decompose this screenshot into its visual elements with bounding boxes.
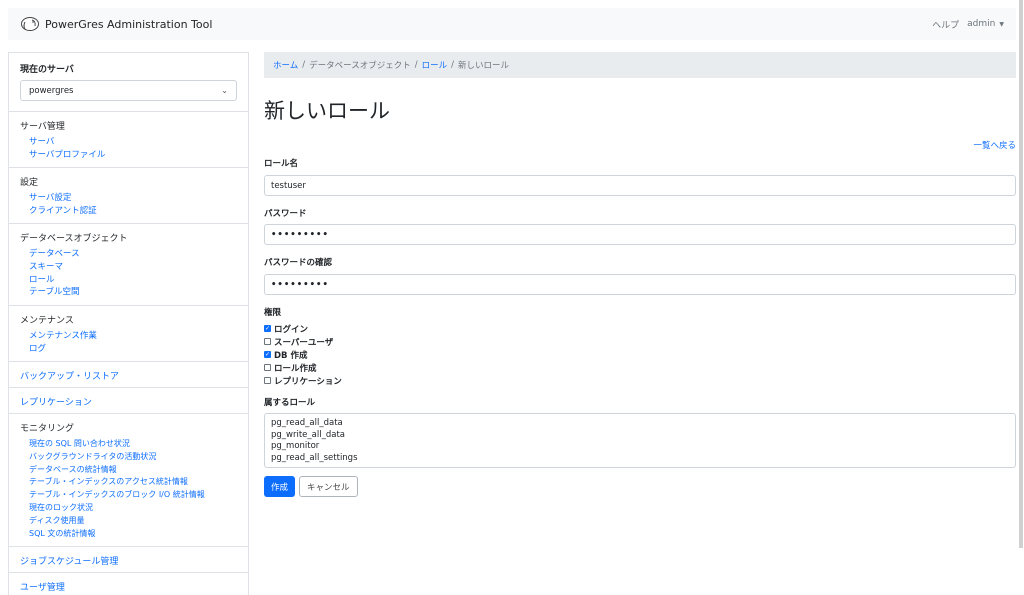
maintenance-heading: メンテナンス [20,316,74,326]
breadcrumb-db-objects: データベースオブジェクト [309,61,411,71]
listbox-option[interactable]: pg_monitor [271,441,1009,453]
sidebar-item-logs[interactable]: ログ [29,343,237,356]
permission-label: レプリケーション [274,376,342,387]
permission-createrole[interactable]: ロール作成 [264,361,1016,374]
replication-section: レプリケーション [9,388,248,414]
help-link[interactable]: ヘルプ [932,18,959,31]
member-of-listbox[interactable]: pg_read_all_data pg_write_all_data pg_mo… [264,413,1016,468]
permission-label: ログイン [274,324,309,335]
sidebar-item-databases[interactable]: データベース [29,248,237,261]
password-confirm-input[interactable]: ••••••••• [264,274,1016,295]
sidebar-item-servers[interactable]: サーバ [29,136,237,149]
settings-section: 設定 サーバ設定 クライアント認証 [9,168,248,224]
breadcrumb-roles[interactable]: ロール [422,59,448,71]
top-navbar: PowerGres Administration Tool ヘルプ admin ▼ [8,8,1016,40]
user-menu[interactable]: admin ▼ [967,19,1004,29]
server-select[interactable]: powergres ⌄ [20,80,237,101]
user-mgmt-section: ユーザ管理 [9,573,248,595]
cancel-button[interactable]: キャンセル [299,476,358,497]
sidebar-item-client-auth[interactable]: クライアント認証 [29,205,237,218]
breadcrumb-separator: / [451,60,454,70]
server-mgmt-heading: サーバ管理 [20,122,65,132]
sidebar-item-block-io-stats[interactable]: テーブル・インデックスのブロック I/O 統計情報 [29,489,237,502]
sidebar-item-server-profiles[interactable]: サーバプロファイル [29,149,237,162]
current-server-section: 現在のサーバ powergres ⌄ [9,53,248,112]
sidebar-item-backup-restore[interactable]: バックアップ・リストア [20,372,119,382]
server-select-value: powergres [29,85,74,96]
permissions-label: 権限 [264,308,282,318]
breadcrumb-current: 新しいロール [457,61,509,71]
permission-superuser[interactable]: スーパーユーザ [264,335,1016,348]
sidebar-item-replication[interactable]: レプリケーション [20,398,92,408]
sidebar-item-disk-usage[interactable]: ディスク使用量 [29,515,237,528]
permission-label: スーパーユーザ [274,337,334,348]
checkbox-unchecked-icon[interactable] [264,338,271,345]
checkbox-checked-icon[interactable]: ✓ [264,325,271,332]
settings-heading: 設定 [20,178,39,188]
sidebar-item-job-schedule[interactable]: ジョブスケジュール管理 [20,557,118,567]
page-scrollbar[interactable] [1019,0,1023,548]
listbox-option[interactable]: pg_read_all_settings [271,453,1009,465]
checkbox-checked-icon[interactable]: ✓ [264,351,271,358]
role-name-input[interactable]: testuser [264,175,1016,196]
listbox-option[interactable]: pg_read_all_data [271,418,1009,430]
maintenance-section: メンテナンス メンテナンス作業 ログ [9,306,248,362]
db-objects-heading: データベースオブジェクト [20,234,128,244]
listbox-option[interactable]: pg_write_all_data [271,430,1009,442]
sidebar-item-locks[interactable]: 現在のロック状況 [29,502,237,515]
sidebar-item-user-mgmt[interactable]: ユーザ管理 [20,583,65,593]
app-brand[interactable]: PowerGres Administration Tool [20,16,212,32]
sidebar-item-schemas[interactable]: スキーマ [29,261,237,274]
caret-down-icon: ▼ [999,21,1004,28]
sidebar-item-tablespaces[interactable]: テーブル空間 [29,286,237,299]
db-objects-section: データベースオブジェクト データベース スキーマ ロール テーブル空間 [9,224,248,306]
password-input[interactable]: ••••••••• [264,224,1016,245]
sidebar-item-bgwriter[interactable]: バックグラウンドライタの活動状況 [29,451,237,464]
monitoring-section: モニタリング 現在の SQL 問い合わせ状況 バックグラウンドライタの活動状況 … [9,414,248,547]
breadcrumb-home[interactable]: ホーム [273,59,298,71]
checkbox-unchecked-icon[interactable] [264,377,271,384]
sidebar: 現在のサーバ powergres ⌄ サーバ管理 サーバ サーバプロファイル 設… [8,52,249,595]
sidebar-item-access-stats[interactable]: テーブル・インデックスのアクセス統計情報 [29,476,237,489]
main-content: ホーム / データベースオブジェクト / ロール / 新しいロール 新しいロール… [264,52,1016,497]
create-button[interactable]: 作成 [264,476,296,497]
permission-label: ロール作成 [274,363,317,374]
member-of-label: 属するロール [264,398,316,408]
page-title: 新しいロール [264,99,390,123]
app-title: PowerGres Administration Tool [45,17,213,31]
permission-login[interactable]: ✓ ログイン [264,322,1016,335]
permissions-group: ✓ ログイン スーパーユーザ ✓ DB 作成 ロール作成 レプリケーション [264,322,1016,387]
server-mgmt-section: サーバ管理 サーバ サーバプロファイル [9,112,248,168]
sidebar-item-db-stats[interactable]: データベースの統計情報 [29,464,237,477]
role-name-label: ロール名 [264,159,299,169]
permission-label: DB 作成 [274,350,308,361]
permission-replication[interactable]: レプリケーション [264,374,1016,387]
breadcrumb-separator: / [414,60,418,70]
chevron-down-icon: ⌄ [221,86,228,95]
sidebar-item-roles[interactable]: ロール [29,274,237,287]
current-server-title: 現在のサーバ [20,65,74,75]
breadcrumb: ホーム / データベースオブジェクト / ロール / 新しいロール [264,52,1016,78]
sidebar-item-sql-activity[interactable]: 現在の SQL 問い合わせ状況 [29,438,237,451]
checkbox-unchecked-icon[interactable] [264,364,271,371]
monitoring-heading: モニタリング [20,424,75,434]
backup-section: バックアップ・リストア [9,362,248,388]
job-schedule-section: ジョブスケジュール管理 [9,547,248,573]
user-name: admin [967,19,996,29]
permission-createdb[interactable]: ✓ DB 作成 [264,348,1016,361]
sidebar-item-maintenance-tasks[interactable]: メンテナンス作業 [29,330,237,343]
elephant-logo-icon [21,17,39,31]
sidebar-item-server-settings[interactable]: サーバ設定 [29,192,237,205]
breadcrumb-separator: / [302,60,306,70]
password-label: パスワード [264,209,307,219]
password-confirm-label: パスワードの確認 [264,258,333,268]
back-to-list-link[interactable]: 一覧へ戻る [973,141,1016,151]
sidebar-item-sql-stats[interactable]: SQL 文の統計情報 [29,528,237,541]
